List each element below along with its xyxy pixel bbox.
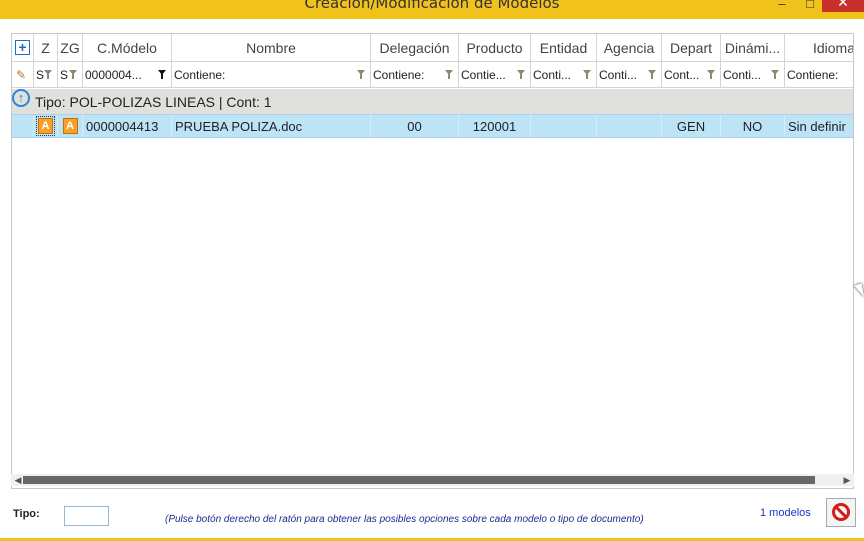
scroll-right-icon[interactable]: ▶ <box>841 474 853 486</box>
cell-dinamico[interactable]: NO <box>721 115 785 137</box>
models-count: 1 modelos <box>760 507 811 519</box>
filter-cmodelo-value: 0000004... <box>85 67 142 82</box>
column-header-z[interactable]: Z <box>34 34 58 61</box>
filter-cmodelo[interactable]: 0000004... <box>83 62 172 87</box>
filter-depart-value: Cont... <box>664 67 700 82</box>
cancel-button[interactable] <box>826 498 856 527</box>
hint-text: (Pulse botón derecho del ratón para obte… <box>165 514 644 525</box>
horizontal-scrollbar[interactable]: ◀ ▶ <box>11 474 854 486</box>
filter-dinamico-value: Conti... <box>723 67 762 82</box>
tipo-label: Tipo: <box>13 508 40 520</box>
column-header-agencia[interactable]: Agencia <box>597 34 662 61</box>
filter-z[interactable]: S <box>34 62 58 87</box>
filter-icon[interactable] <box>583 70 591 79</box>
cell-delegacion[interactable]: 00 <box>371 115 459 137</box>
group-row[interactable]: ↑ Tipo: POL-POLIZAS LINEAS | Cont: 1 <box>12 89 853 114</box>
filter-nombre-value: Contiene: <box>174 67 226 82</box>
column-header-dinamico[interactable]: Dinámi... <box>721 34 785 61</box>
scrollbar-thumb[interactable] <box>23 476 815 484</box>
filter-icon[interactable] <box>707 70 715 79</box>
close-button[interactable]: ✕ <box>822 0 864 12</box>
column-header-cmodelo[interactable]: C.Módelo <box>83 34 172 61</box>
group-label: Tipo: POL-POLIZAS LINEAS | Cont: 1 <box>35 93 272 110</box>
column-header-entidad[interactable]: Entidad <box>531 34 597 61</box>
document-icon[interactable]: A <box>36 116 55 136</box>
document-icon[interactable]: A <box>62 118 78 134</box>
table-row[interactable]: A A 0000004413 PRUEBA POLIZA.doc 00 1200… <box>12 114 853 138</box>
filter-icon[interactable] <box>69 70 77 79</box>
cell-entidad[interactable] <box>531 115 597 137</box>
maximize-button[interactable]: □ <box>796 0 824 12</box>
filter-active-icon[interactable] <box>158 70 166 79</box>
column-header-zg[interactable]: ZG <box>58 34 83 61</box>
filter-zg-value: S <box>60 67 69 82</box>
filter-producto-value: Contie... <box>461 67 506 82</box>
filter-depart[interactable]: Cont... <box>662 62 721 87</box>
cell-nombre[interactable]: PRUEBA POLIZA.doc <box>172 115 371 137</box>
filter-icon[interactable] <box>44 70 52 79</box>
clear-filter-icon[interactable]: ✎ <box>16 68 26 82</box>
filter-idioma-value: Contiene: <box>787 67 839 82</box>
column-header-depart[interactable]: Depart <box>662 34 721 61</box>
filter-icon[interactable] <box>445 70 453 79</box>
filter-icon[interactable] <box>648 70 656 79</box>
grid-header: + Z ZG C.Módelo Nombre Delegación Produc… <box>12 34 853 62</box>
cell-depart[interactable]: GEN <box>662 115 721 137</box>
filter-icon[interactable] <box>517 70 525 79</box>
cell-agencia[interactable] <box>597 115 662 137</box>
filter-entidad-value: Conti... <box>533 67 572 82</box>
row-indicator <box>12 115 34 137</box>
filter-row: ✎ S S 0000004... Contiene: Contiene: Con… <box>12 62 853 88</box>
clear-filter-cell[interactable]: ✎ <box>12 62 34 87</box>
filter-dinamico[interactable]: Conti... <box>721 62 785 87</box>
filter-entidad[interactable]: Conti... <box>531 62 597 87</box>
cell-zg[interactable]: A <box>58 115 83 137</box>
column-header-add[interactable]: + <box>12 34 34 61</box>
minimize-button[interactable]: – <box>768 0 796 12</box>
column-header-idioma[interactable]: Idioma <box>785 34 853 61</box>
filter-icon[interactable] <box>357 70 365 79</box>
filter-z-value: S <box>36 67 45 82</box>
filter-delegacion[interactable]: Contiene: <box>371 62 459 87</box>
filter-nombre[interactable]: Contiene: <box>172 62 371 87</box>
collapse-group-icon[interactable]: ↑ <box>12 89 30 107</box>
filter-zg[interactable]: S <box>58 62 83 87</box>
title-bar: Creación/Modificación de Modelos – □ ✕ <box>0 0 864 19</box>
filter-agencia[interactable]: Conti... <box>597 62 662 87</box>
window-title: Creación/Modificación de Modelos <box>304 0 560 12</box>
tipo-input[interactable] <box>64 506 109 526</box>
filter-agencia-value: Conti... <box>599 67 638 82</box>
add-model-icon[interactable]: + <box>15 40 30 55</box>
filter-idioma[interactable]: Contiene: <box>785 62 853 87</box>
filter-delegacion-value: Contiene: <box>373 67 425 82</box>
cell-producto[interactable]: 120001 <box>459 115 531 137</box>
column-header-nombre[interactable]: Nombre <box>172 34 371 61</box>
filter-producto[interactable]: Contie... <box>459 62 531 87</box>
filter-icon[interactable] <box>771 70 779 79</box>
cell-z[interactable]: A <box>34 115 58 137</box>
models-grid: + Z ZG C.Módelo Nombre Delegación Produc… <box>11 33 854 489</box>
column-header-producto[interactable]: Producto <box>459 34 531 61</box>
cell-cmodelo[interactable]: 0000004413 <box>83 115 172 137</box>
column-header-delegacion[interactable]: Delegación <box>371 34 459 61</box>
prohibited-icon <box>832 503 850 521</box>
mouse-cursor-icon <box>854 283 864 299</box>
cell-idioma[interactable]: Sin definir <box>785 115 853 137</box>
